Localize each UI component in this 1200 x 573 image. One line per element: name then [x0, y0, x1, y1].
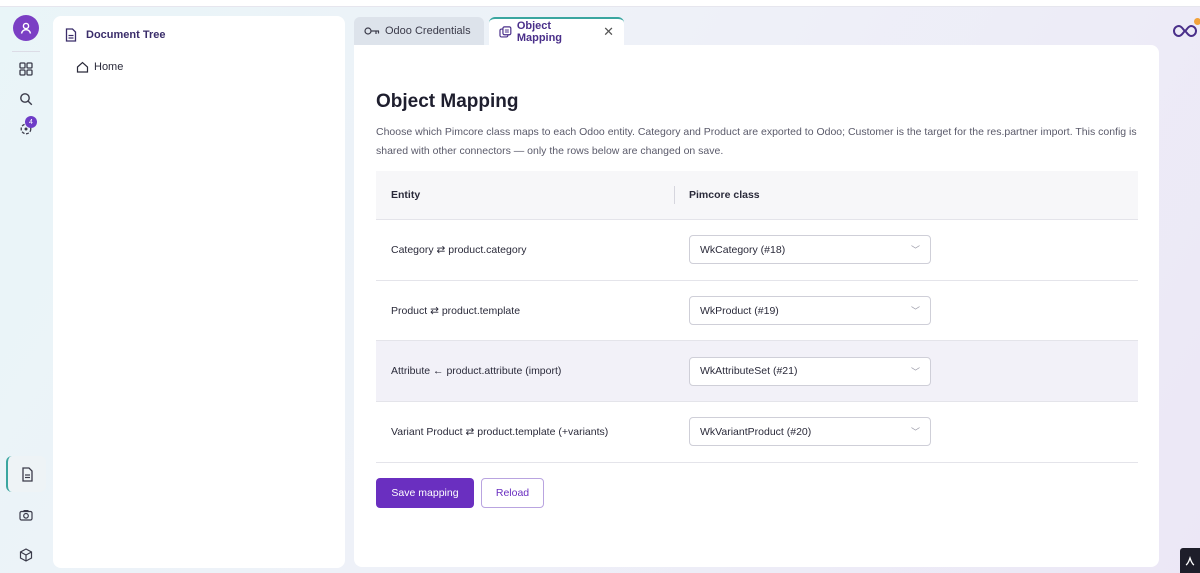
search-icon[interactable]: [16, 89, 36, 109]
documents-nav-button[interactable]: [6, 456, 46, 492]
entity-cell: Attribute ← product.attribute (import): [391, 365, 562, 378]
page-description: Choose which Pimcore class maps to each …: [376, 126, 1137, 157]
chevron-down-icon: ﹀: [910, 427, 920, 438]
close-icon[interactable]: ✕: [603, 24, 614, 40]
brand-logo-dot: [1194, 18, 1200, 25]
pimcore-class-select[interactable]: WkProduct (#19) ﹀: [689, 296, 931, 326]
entity-cell: Product ⇄ product.template: [391, 304, 521, 317]
tab-label: Odoo Credentials: [385, 25, 471, 37]
debug-toolbar-icon[interactable]: [1180, 548, 1200, 573]
table-row: Attribute ← product.attribute (import) W…: [376, 341, 1138, 403]
column-header-pimcore-class: Pimcore class: [689, 189, 760, 201]
table-row: Variant Product ⇄ product.template (+var…: [376, 402, 1138, 463]
select-value: WkVariantProduct (#20): [700, 425, 812, 438]
pimcore-class-select[interactable]: WkVariantProduct (#20) ﹀: [689, 417, 931, 447]
document-icon: [65, 28, 77, 42]
entity-cell: Variant Product ⇄ product.template (+var…: [391, 425, 609, 438]
tree-item-home[interactable]: Home: [76, 61, 123, 73]
object-mapping-panel: Object Mapping Choose which Pimcore clas…: [354, 45, 1159, 567]
table-header: Entity Pimcore class: [376, 171, 1138, 220]
document-tree-panel: Document Tree Home: [53, 16, 345, 568]
brand-logo-icon: [1173, 24, 1197, 38]
document-icon: [21, 466, 33, 482]
document-tree-header: Document Tree: [65, 28, 165, 42]
notification-count-badge: 4: [25, 116, 37, 128]
left-rail: 4: [0, 7, 52, 573]
table-row: Product ⇄ product.template WkProduct (#1…: [376, 281, 1138, 342]
tab-odoo-credentials[interactable]: Odoo Credentials: [354, 17, 484, 45]
mapping-icon: [499, 26, 512, 38]
rail-divider: [12, 51, 40, 52]
select-value: WkProduct (#19): [700, 304, 779, 317]
table-row: Category ⇄ product.category WkCategory (…: [376, 220, 1138, 281]
entity-cell: Category ⇄ product.category: [391, 243, 527, 256]
key-icon: [364, 27, 380, 35]
document-tree-title: Document Tree: [86, 29, 166, 41]
chevron-down-icon: ﹀: [910, 245, 920, 256]
home-icon: [76, 61, 89, 73]
reload-button[interactable]: Reload: [481, 478, 544, 508]
user-avatar[interactable]: [13, 15, 39, 41]
save-mapping-button[interactable]: Save mapping: [376, 478, 474, 508]
user-icon: [20, 22, 32, 34]
page-title: Object Mapping: [376, 91, 519, 112]
pimcore-class-select[interactable]: WkAttributeSet (#21) ﹀: [689, 356, 931, 386]
chevron-down-icon: ﹀: [910, 366, 920, 377]
chevron-down-icon: ﹀: [910, 306, 920, 317]
tab-label: Object Mapping: [516, 20, 563, 44]
tab-object-mapping[interactable]: Object Mapping ✕: [489, 17, 624, 45]
mapping-table: Entity Pimcore class Category ⇄ product.…: [376, 171, 1138, 463]
pimcore-class-select[interactable]: WkCategory (#18) ﹀: [689, 235, 931, 265]
select-value: WkAttributeSet (#21): [700, 365, 798, 378]
tree-item-label: Home: [94, 61, 124, 73]
top-bar: [0, 0, 1200, 7]
data-objects-cube-icon[interactable]: [16, 545, 36, 565]
column-header-entity: Entity: [391, 189, 421, 201]
dashboard-icon[interactable]: [16, 59, 36, 79]
assets-camera-icon[interactable]: [16, 505, 36, 525]
select-value: WkCategory (#18): [700, 243, 786, 256]
